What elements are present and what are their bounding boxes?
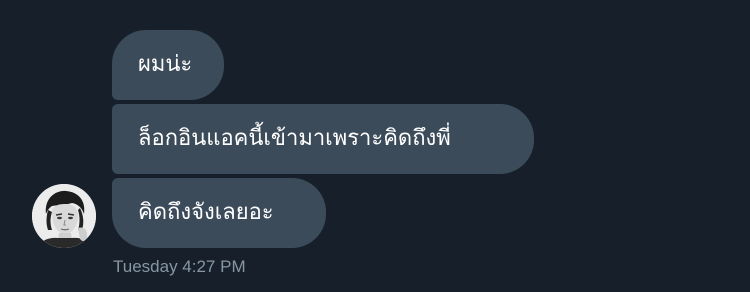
message-timestamp: Tuesday 4:27 PM xyxy=(113,257,246,276)
message-bubble[interactable]: ล็อกอินแอคนี้เข้ามาเพราะคิดถึงพี่ xyxy=(112,104,534,174)
avatar-photo-icon xyxy=(32,184,96,248)
message-text: คิดถึงจังเลยอะ xyxy=(138,200,274,225)
sender-avatar[interactable] xyxy=(32,184,96,248)
message-text: ผมน่ะ xyxy=(138,52,193,77)
message-bubble[interactable]: ผมน่ะ xyxy=(112,30,224,100)
message-thread: ผมน่ะ ล็อกอินแอคนี้เข้ามาเพราะคิดถึงพี่ … xyxy=(0,0,750,292)
message-text: ล็อกอินแอคนี้เข้ามาเพราะคิดถึงพี่ xyxy=(138,126,451,151)
message-bubble[interactable]: คิดถึงจังเลยอะ xyxy=(112,178,326,248)
